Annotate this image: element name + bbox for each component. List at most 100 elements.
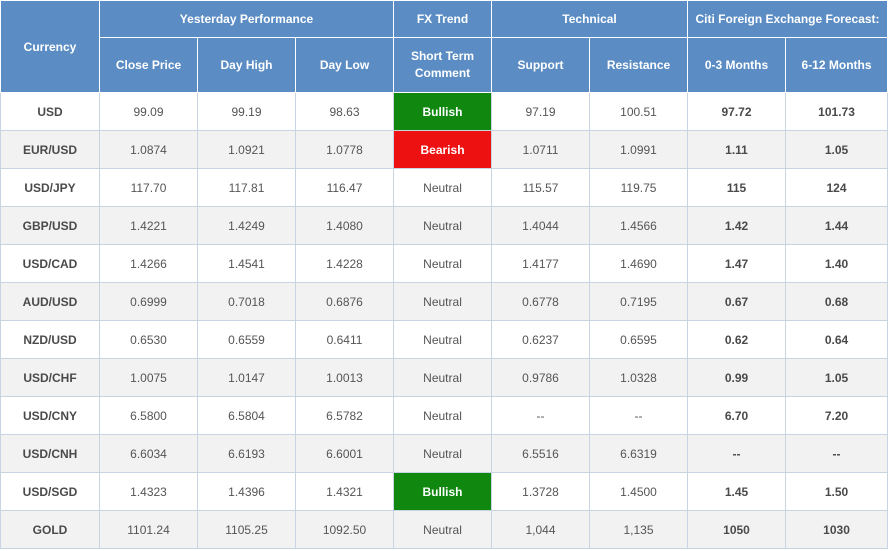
cell-support: 97.19: [491, 92, 591, 131]
table-row: GOLD 1101.24 1105.25 1092.50 Neutral 1,044 1,1…: [0, 510, 888, 549]
cell-day-high: 6.6193: [197, 434, 296, 473]
cell-currency: USD/CHF: [0, 358, 100, 397]
cell-forecast-6-12-months: 124: [785, 168, 888, 207]
cell-forecast-6-12-months: 1.05: [785, 358, 888, 397]
cell-forecast-0-3-months: 1050: [687, 510, 787, 549]
cell-day-low: 6.5782: [294, 396, 395, 435]
cell-currency: GBP/USD: [0, 206, 100, 245]
cell-forecast-0-3-months: 1.47: [687, 244, 787, 283]
cell-support: 115.57: [491, 168, 591, 207]
header-resistance: Resistance: [589, 37, 689, 93]
cell-short-term-comment: Bullish: [393, 472, 493, 511]
cell-support: 6.5516: [491, 434, 591, 473]
header-technical: Technical: [491, 0, 689, 38]
cell-forecast-6-12-months: --: [785, 434, 888, 473]
cell-currency: GOLD: [0, 510, 100, 549]
cell-support: 0.9786: [491, 358, 591, 397]
cell-day-low: 1.0778: [294, 130, 395, 169]
table-row: USD/SGD 1.4323 1.4396 1.4321 Bullish 1.3728 1.…: [0, 472, 888, 511]
cell-day-high: 6.5804: [197, 396, 296, 435]
cell-close-price: 1101.24: [99, 510, 198, 549]
cell-day-high: 0.6559: [197, 320, 296, 359]
cell-forecast-6-12-months: 1030: [785, 510, 888, 549]
cell-close-price: 1.4323: [99, 472, 198, 511]
cell-day-low: 0.6876: [294, 282, 395, 321]
cell-support: 1.4044: [491, 206, 591, 245]
cell-close-price: 0.6530: [99, 320, 198, 359]
cell-day-high: 1.4396: [197, 472, 296, 511]
cell-support: 1.3728: [491, 472, 591, 511]
cell-day-high: 0.7018: [197, 282, 296, 321]
cell-day-low: 1092.50: [294, 510, 395, 549]
cell-forecast-6-12-months: 0.64: [785, 320, 888, 359]
table-row: USD/CAD 1.4266 1.4541 1.4228 Neutral 1.4177 1.…: [0, 244, 888, 283]
table-row: USD/CHF 1.0075 1.0147 1.0013 Neutral 0.9786 1.…: [0, 358, 888, 397]
cell-close-price: 0.6999: [99, 282, 198, 321]
cell-currency: USD/CAD: [0, 244, 100, 283]
cell-support: 0.6237: [491, 320, 591, 359]
cell-day-high: 1105.25: [197, 510, 296, 549]
cell-resistance: 1.0991: [589, 130, 689, 169]
cell-short-term-comment: Bearish: [393, 130, 493, 169]
header-currency: Currency: [0, 0, 100, 93]
cell-currency: USD/CNY: [0, 396, 100, 435]
table-row: USD/JPY 117.70 117.81 116.47 Neutral 115.57 11…: [0, 168, 888, 207]
cell-forecast-6-12-months: 101.73: [785, 92, 888, 131]
cell-forecast-0-3-months: 0.62: [687, 320, 787, 359]
cell-forecast-6-12-months: 0.68: [785, 282, 888, 321]
header-day-high: Day High: [197, 37, 296, 93]
cell-support: --: [491, 396, 591, 435]
cell-currency: USD/SGD: [0, 472, 100, 511]
cell-day-low: 1.0013: [294, 358, 395, 397]
cell-day-low: 1.4228: [294, 244, 395, 283]
cell-forecast-0-3-months: --: [687, 434, 787, 473]
cell-resistance: 1.4690: [589, 244, 689, 283]
cell-forecast-0-3-months: 1.45: [687, 472, 787, 511]
table-row: EUR/USD 1.0874 1.0921 1.0778 Bearish 1.0711 1.…: [0, 130, 888, 169]
cell-forecast-0-3-months: 97.72: [687, 92, 787, 131]
cell-forecast-0-3-months: 115: [687, 168, 787, 207]
cell-resistance: 1.4566: [589, 206, 689, 245]
cell-forecast-6-12-months: 1.50: [785, 472, 888, 511]
table-body: USD 99.09 99.19 98.63 Bullish 97.19 100.51 97.7…: [0, 92, 888, 549]
table-row: USD/CNY 6.5800 6.5804 6.5782 Neutral -- -- 6.70…: [0, 396, 888, 435]
cell-short-term-comment: Bullish: [393, 92, 493, 131]
cell-forecast-0-3-months: 1.42: [687, 206, 787, 245]
cell-close-price: 1.0075: [99, 358, 198, 397]
header-day-low: Day Low: [294, 37, 395, 93]
table-row: USD/CNH 6.6034 6.6193 6.6001 Neutral 6.5516 6.…: [0, 434, 888, 473]
cell-resistance: 100.51: [589, 92, 689, 131]
cell-currency: AUD/USD: [0, 282, 100, 321]
cell-currency: USD: [0, 92, 100, 131]
cell-day-low: 116.47: [294, 168, 395, 207]
cell-day-low: 98.63: [294, 92, 395, 131]
cell-day-low: 0.6411: [294, 320, 395, 359]
cell-forecast-6-12-months: 1.40: [785, 244, 888, 283]
header-0-3-months: 0-3 Months: [687, 37, 787, 93]
cell-day-high: 117.81: [197, 168, 296, 207]
cell-close-price: 6.6034: [99, 434, 198, 473]
cell-day-high: 1.4249: [197, 206, 296, 245]
table-row: NZD/USD 0.6530 0.6559 0.6411 Neutral 0.6237 0.…: [0, 320, 888, 359]
cell-short-term-comment: Neutral: [393, 396, 493, 435]
cell-resistance: 1,135: [589, 510, 689, 549]
table-row: GBP/USD 1.4221 1.4249 1.4080 Neutral 1.4044 1.…: [0, 206, 888, 245]
header-close-price: Close Price: [99, 37, 198, 93]
cell-currency: NZD/USD: [0, 320, 100, 359]
cell-resistance: --: [589, 396, 689, 435]
table-header: Currency Yesterday Performance FX Trend …: [0, 0, 888, 93]
cell-close-price: 99.09: [99, 92, 198, 131]
header-forecast: Citi Foreign Exchange Forecast:: [687, 0, 888, 38]
cell-support: 1.4177: [491, 244, 591, 283]
cell-close-price: 1.0874: [99, 130, 198, 169]
cell-short-term-comment: Neutral: [393, 282, 493, 321]
cell-forecast-0-3-months: 0.99: [687, 358, 787, 397]
cell-short-term-comment: Neutral: [393, 434, 493, 473]
cell-short-term-comment: Neutral: [393, 320, 493, 359]
header-fx-trend: FX Trend: [393, 0, 493, 38]
cell-currency: EUR/USD: [0, 130, 100, 169]
cell-close-price: 6.5800: [99, 396, 198, 435]
cell-resistance: 0.7195: [589, 282, 689, 321]
cell-resistance: 1.4500: [589, 472, 689, 511]
cell-day-high: 1.0147: [197, 358, 296, 397]
